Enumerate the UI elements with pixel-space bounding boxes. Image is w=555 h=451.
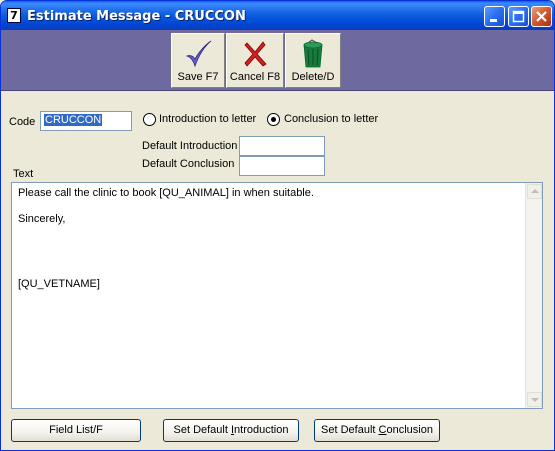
- scroll-up-icon: [531, 189, 539, 193]
- default-introduction-label: Default Introduction: [142, 140, 238, 152]
- estimate-message-window: 7 Estimate Message - CRUCCON Save F7 Can…: [0, 0, 555, 451]
- message-text: Please call the clinic to book [QU_ANIMA…: [18, 187, 522, 291]
- cancel-button[interactable]: Cancel F8: [226, 33, 284, 88]
- text-line: [18, 252, 522, 265]
- maximize-icon: [512, 10, 525, 23]
- default-conclusion-label: Default Conclusion: [142, 158, 235, 170]
- minimize-icon: [490, 19, 497, 22]
- scroll-up-button[interactable]: [527, 184, 542, 199]
- code-label: Code: [9, 116, 36, 128]
- delete-button[interactable]: Delete/D: [285, 33, 341, 88]
- code-input[interactable]: CRUCCON: [40, 111, 132, 131]
- set-default-introduction-button[interactable]: Set Default Introduction: [163, 419, 299, 442]
- cancel-x-icon: [244, 41, 267, 67]
- maximize-button[interactable]: [508, 6, 529, 27]
- toolbar: Save F7 Cancel F8 Delete/D: [1, 30, 554, 91]
- save-button[interactable]: Save F7: [171, 33, 225, 88]
- scroll-down-icon: [531, 398, 539, 402]
- set-concl-text-post: onclusion: [386, 424, 433, 436]
- close-icon: [536, 11, 547, 22]
- text-line: [18, 265, 522, 278]
- title-bar[interactable]: 7 Estimate Message - CRUCCON: [1, 1, 554, 30]
- minimize-button[interactable]: [484, 6, 505, 27]
- window-title: Estimate Message - CRUCCON: [27, 9, 246, 24]
- cancel-label: Cancel F8: [229, 71, 281, 83]
- set-default-conclusion-button[interactable]: Set Default Conclusion: [314, 419, 440, 442]
- text-line: Sincerely,: [18, 213, 66, 225]
- set-intro-text-pre: Set Default: [173, 424, 231, 436]
- radio-introduction-label[interactable]: Introduction to letter: [159, 113, 256, 125]
- radio-introduction[interactable]: [143, 113, 156, 126]
- trash-can-icon: [303, 39, 323, 68]
- app-icon: 7: [7, 8, 21, 23]
- delete-label: Delete/D: [291, 71, 335, 83]
- radio-selected-dot: [271, 117, 276, 122]
- save-label: Save F7: [177, 71, 219, 83]
- text-line: [18, 226, 522, 239]
- text-line: [18, 239, 522, 252]
- message-text-area[interactable]: Please call the clinic to book [QU_ANIMA…: [11, 182, 543, 409]
- code-value: CRUCCON: [44, 114, 103, 126]
- radio-conclusion-label[interactable]: Conclusion to letter: [284, 113, 378, 125]
- close-button[interactable]: [531, 6, 552, 27]
- scroll-down-button[interactable]: [527, 392, 542, 407]
- text-line: [18, 200, 522, 213]
- text-label: Text: [13, 168, 34, 180]
- checkmark-icon: [185, 40, 212, 68]
- vertical-scrollbar[interactable]: [525, 183, 542, 408]
- text-line: [QU_VETNAME]: [18, 278, 100, 290]
- default-introduction-input[interactable]: [239, 136, 325, 156]
- field-list-button[interactable]: Field List/F: [11, 419, 141, 442]
- text-line: Please call the clinic to book [QU_ANIMA…: [18, 187, 314, 199]
- set-intro-text-post: ntroduction: [234, 424, 289, 436]
- set-concl-text-pre: Set Default: [321, 424, 379, 436]
- default-conclusion-input[interactable]: [239, 156, 325, 176]
- radio-conclusion[interactable]: [267, 113, 280, 126]
